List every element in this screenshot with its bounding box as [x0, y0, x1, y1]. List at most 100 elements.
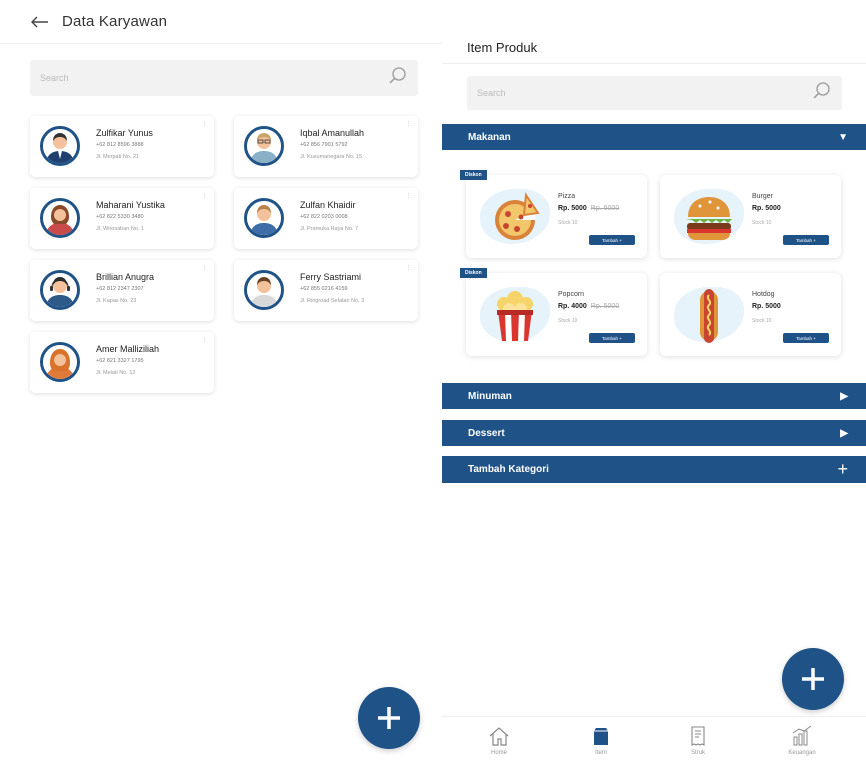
category-makanan[interactable]: Makanan ▼ — [442, 124, 866, 150]
nav-label: Home — [490, 750, 507, 756]
more-icon[interactable]: ⋮ — [201, 336, 208, 344]
avatar — [40, 198, 80, 238]
home-icon — [489, 727, 509, 746]
more-icon[interactable]: ⋮ — [201, 120, 208, 128]
category-label: Tambah Kategori — [468, 464, 549, 475]
avatar — [244, 126, 284, 166]
employee-card[interactable]: Iqbal Amanullah +62 856 7901 5792 Jl. Ku… — [234, 116, 418, 177]
employee-address: Jl. Merpati No. 21 — [96, 154, 140, 160]
employee-name: Zulfikar Yunus — [96, 128, 153, 138]
hotdog-icon — [700, 289, 718, 343]
nav-keuangan[interactable]: Keuangan — [772, 725, 832, 756]
page-title: Data Karyawan — [62, 13, 168, 30]
plus-icon: + — [837, 459, 848, 479]
product-name: Hotdog — [752, 291, 775, 298]
more-icon[interactable]: ⋮ — [201, 192, 208, 200]
more-icon[interactable]: ⋮ — [201, 264, 208, 272]
nav-home[interactable]: Home — [469, 725, 529, 756]
finance-icon — [792, 725, 812, 746]
avatar — [244, 270, 284, 310]
employee-card[interactable]: Ferry Sastriami +62 855 0216 4159 Jl. Ri… — [234, 260, 418, 321]
page-title: Item Produk — [467, 40, 538, 55]
add-to-cart-button[interactable]: Tambah + — [589, 235, 635, 245]
product-card[interactable]: Pizza Rp. 5000 Rp. 6000 Stock 10 Tambah + — [466, 175, 647, 258]
more-icon[interactable]: ⋮ — [405, 264, 412, 272]
employee-name: Ferry Sastriami — [300, 272, 362, 282]
product-old-price: Rp. 5000 — [590, 303, 620, 310]
product-stock: Stock 10 — [558, 220, 578, 226]
plus-icon — [378, 707, 400, 729]
pizza-icon — [495, 192, 540, 240]
product-price: Rp. 4000 Rp. 5000 — [558, 303, 620, 310]
add-employee-button[interactable] — [358, 687, 420, 749]
popcorn-icon — [497, 291, 533, 341]
product-price: Rp. 5000 Rp. 6000 — [558, 205, 620, 212]
employee-phone: +62 822 0203 0008 — [300, 214, 348, 220]
employee-address: Jl. Melati No. 12 — [96, 370, 136, 376]
employee-phone: +62 812 8596 3888 — [96, 142, 144, 148]
add-to-cart-button[interactable]: Tambah + — [783, 333, 829, 343]
discount-badge: Diskon — [460, 170, 487, 180]
add-to-cart-button[interactable]: Tambah + — [589, 333, 635, 343]
search-input[interactable]: Search — [467, 76, 842, 110]
nav-label: Item — [595, 750, 607, 756]
search-icon[interactable] — [388, 66, 408, 91]
employee-address: Jl. Pramuka Raya No. 7 — [300, 226, 359, 232]
product-screen: Item Produk Search Makanan ▼ Pizza Rp. 5… — [442, 0, 866, 771]
nav-item-tab[interactable]: Item — [571, 725, 631, 756]
employee-phone: +62 855 0216 4159 — [300, 286, 348, 292]
category-label: Minuman — [468, 390, 512, 402]
product-card[interactable]: Popcorn Rp. 4000 Rp. 5000 Stock 10 Tambah… — [466, 273, 647, 356]
employee-address: Jl. Wirosaban No. 1 — [96, 226, 144, 232]
product-card[interactable]: Burger Rp. 5000 Stock 10 Tambah + — [660, 175, 841, 258]
product-name: Burger — [752, 193, 774, 200]
product-stock: Stock 10 — [752, 220, 772, 226]
product-price: Rp. 5000 — [752, 205, 781, 212]
employee-name: Amer Malliziliah — [96, 344, 160, 354]
bottom-navigation: Home Item Struk Keuangan — [442, 716, 866, 771]
category-minuman[interactable]: Minuman ▶ — [442, 383, 866, 409]
caret-right-icon: ▶ — [840, 390, 848, 402]
employee-name: Maharani Yustika — [96, 200, 165, 210]
search-icon[interactable] — [812, 81, 832, 106]
app-bar: Data Karyawan — [0, 0, 442, 44]
category-dessert[interactable]: Dessert ▶ — [442, 420, 866, 446]
employee-card[interactable]: Brillian Anugra +62 812 2347 2307 Jl. Ka… — [30, 260, 214, 321]
plus-icon — [802, 668, 824, 690]
receipt-icon — [691, 726, 705, 746]
employee-name: Zulfan Khaidir — [300, 200, 356, 210]
search-input[interactable]: Search — [30, 60, 418, 96]
avatar — [40, 270, 80, 310]
product-card[interactable]: Hotdog Rp. 5000 Stock 10 Tambah + — [660, 273, 841, 356]
category-label: Makanan — [468, 131, 511, 143]
employee-phone: +62 822 5330 3480 — [96, 214, 144, 220]
avatar — [40, 126, 80, 166]
add-product-button[interactable] — [782, 648, 844, 710]
avatar — [244, 198, 284, 238]
employee-card[interactable]: Zulfikar Yunus +62 812 8596 3888 Jl. Mer… — [30, 116, 214, 177]
more-icon[interactable]: ⋮ — [405, 192, 412, 200]
employee-phone: +62 821 3327 1795 — [96, 358, 144, 364]
category-label: Dessert — [468, 427, 505, 439]
add-category-button[interactable]: Tambah Kategori + — [442, 456, 866, 483]
caret-down-icon: ▼ — [838, 131, 848, 143]
nav-struk[interactable]: Struk — [668, 725, 728, 756]
product-price: Rp. 5000 — [752, 303, 781, 310]
more-icon[interactable]: ⋮ — [405, 120, 412, 128]
employee-name: Brillian Anugra — [96, 272, 155, 282]
add-to-cart-button[interactable]: Tambah + — [783, 235, 829, 245]
burger-icon — [686, 197, 732, 240]
product-stock: Stock 10 — [752, 318, 772, 324]
nav-label: Struk — [690, 750, 705, 756]
employee-phone: +62 812 2347 2307 — [96, 286, 144, 292]
product-stock: Stock 10 — [558, 318, 578, 324]
app-bar: Item Produk — [442, 0, 866, 64]
employee-card[interactable]: Amer Malliziliah +62 821 3327 1795 Jl. M… — [30, 332, 214, 393]
employee-screen: Data Karyawan Search Zulfikar Yunus +62 … — [0, 0, 442, 771]
employee-card[interactable]: Zulfan Khaidir +62 822 0203 0008 Jl. Pra… — [234, 188, 418, 249]
product-name: Pizza — [558, 193, 576, 200]
employee-card[interactable]: Maharani Yustika +62 822 5330 3480 Jl. W… — [30, 188, 214, 249]
back-arrow-icon[interactable] — [30, 12, 50, 32]
employee-phone: +62 856 7901 5792 — [300, 142, 348, 148]
avatar — [40, 342, 80, 382]
